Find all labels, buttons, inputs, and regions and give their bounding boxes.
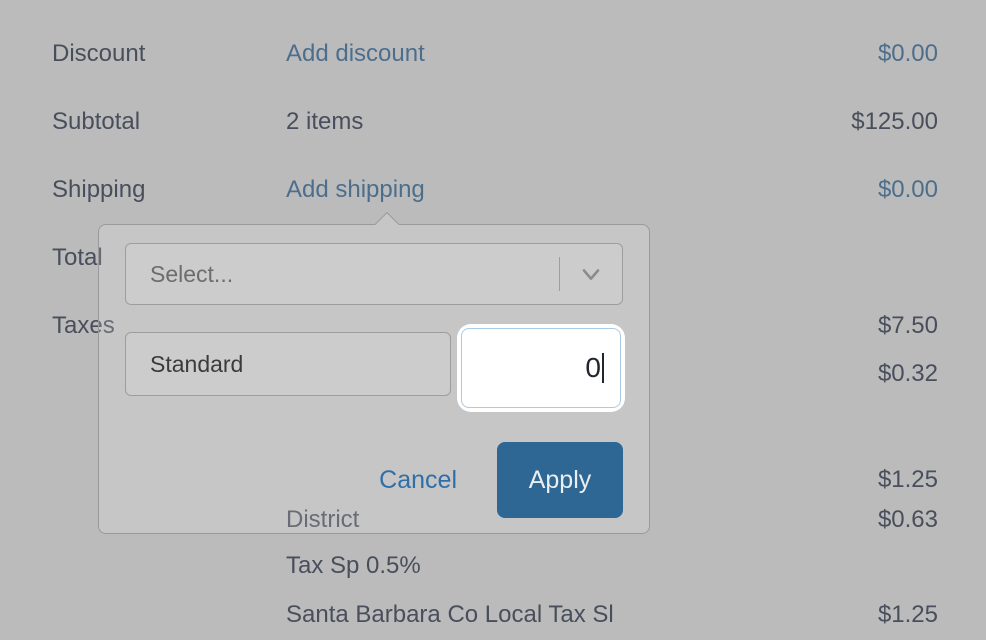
popover-arrow <box>375 212 401 225</box>
shipping-method-select[interactable]: Select... <box>125 243 623 305</box>
shipping-method-select-placeholder: Select... <box>150 260 234 287</box>
rate-amount-field-focus-ring: 0 <box>457 324 625 412</box>
rate-amount-field[interactable]: 0 <box>461 328 621 408</box>
rate-entry-row: Standard 0 <box>125 324 625 412</box>
cancel-button[interactable]: Cancel <box>361 456 475 505</box>
select-divider <box>559 257 560 291</box>
text-caret <box>602 353 604 383</box>
rate-amount-value: 0 <box>585 352 601 383</box>
apply-button[interactable]: Apply <box>497 442 623 518</box>
popover-actions: Cancel Apply <box>361 442 623 518</box>
chevron-down-icon[interactable] <box>576 259 606 289</box>
add-shipping-popover: Select... Standard 0 Cancel Apply <box>98 224 650 534</box>
rate-name-field[interactable]: Standard <box>125 332 451 396</box>
